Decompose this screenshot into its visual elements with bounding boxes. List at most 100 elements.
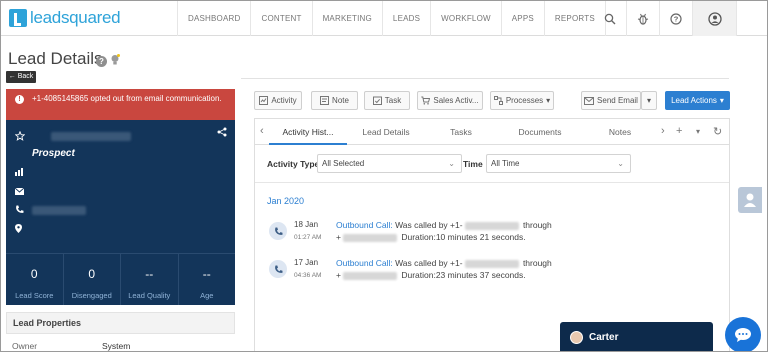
note-button[interactable]: Note xyxy=(311,91,358,110)
redacted-number xyxy=(342,233,397,242)
page-help-icon[interactable]: ? xyxy=(96,56,107,67)
person-icon xyxy=(744,193,756,207)
property-key: Owner xyxy=(12,341,38,351)
task-icon xyxy=(372,96,382,105)
logo-mark-icon xyxy=(9,9,27,27)
activity-text: Was called by +1- xyxy=(395,258,463,268)
tab-activity-history[interactable]: Activity Hist... xyxy=(269,119,347,145)
task-button[interactable]: Task xyxy=(364,91,410,110)
add-tab-icon[interactable]: + xyxy=(676,125,682,137)
stat-label: Disengaged xyxy=(71,291,112,300)
lead-name-redacted xyxy=(51,132,131,141)
property-value: System xyxy=(102,341,131,351)
svg-text:?: ? xyxy=(674,14,679,23)
stat-value: -- xyxy=(202,267,211,281)
phone-call-icon xyxy=(269,260,287,278)
contact-widget-tab[interactable] xyxy=(738,187,762,213)
stat-label: Age xyxy=(200,291,214,300)
send-email-button-label: Send Email xyxy=(597,96,638,105)
cart-icon xyxy=(421,96,431,105)
lead-card: Prospect 0 Lead Score 0 Disengaged -- Le… xyxy=(6,120,235,305)
property-row-owner: Owner System xyxy=(6,337,235,351)
sales-activity-button-label: Sales Activ... xyxy=(433,96,479,105)
stat-value: -- xyxy=(145,267,154,281)
nav-leads[interactable]: LEADS xyxy=(383,1,432,36)
stat-label: Lead Score xyxy=(15,291,54,300)
activity-type-select[interactable]: All Selected ⌄ xyxy=(317,154,462,173)
lead-phone-redacted xyxy=(32,206,86,215)
alert-icon: ! xyxy=(15,95,24,104)
sales-activity-button[interactable]: Sales Activ... xyxy=(417,91,483,110)
nav-marketing[interactable]: MARKETING xyxy=(313,1,383,36)
activity-duration-line: + Duration:10 minutes 21 seconds. xyxy=(336,232,526,242)
opt-out-alert: ! +1-4085145865 opted out from email com… xyxy=(6,89,235,120)
send-email-button[interactable]: Send Email xyxy=(581,91,641,110)
chevron-down-icon: ⌄ xyxy=(617,159,624,168)
phone-call-icon xyxy=(269,222,287,240)
opt-out-text: +1-4085145865 opted out from email commu… xyxy=(32,94,222,103)
share-icon[interactable] xyxy=(217,127,227,139)
phone-icon xyxy=(15,205,24,216)
refresh-icon[interactable]: ↻ xyxy=(713,125,722,138)
back-arrow-icon: ← xyxy=(8,73,16,80)
tab-notes[interactable]: Notes xyxy=(590,119,650,145)
redacted-number xyxy=(342,271,397,280)
activity-button[interactable]: Activity xyxy=(254,91,302,110)
agent-avatar xyxy=(570,331,583,344)
activity-type-link[interactable]: Outbound Call: xyxy=(336,258,393,268)
activity-button-label: Activity xyxy=(271,96,297,105)
processes-button[interactable]: Processes ▾ xyxy=(490,91,554,110)
bug-icon[interactable] xyxy=(627,1,660,36)
email-icon xyxy=(14,187,25,197)
chat-launcher-icon[interactable] xyxy=(725,317,761,351)
time-select[interactable]: All Time ⌄ xyxy=(486,154,631,173)
tab-scroll-right-icon[interactable]: › xyxy=(661,125,665,137)
brand-logo[interactable]: leadsquared xyxy=(9,8,121,28)
redacted-number xyxy=(464,221,519,230)
note-button-label: Note xyxy=(332,96,349,105)
activity-description: Outbound Call: Was called by +1- through xyxy=(336,258,552,268)
activity-duration: Duration:23 minutes 37 seconds. xyxy=(401,270,526,280)
activity-time: 01:27 AM xyxy=(294,234,322,241)
activity-duration: Duration:10 minutes 21 seconds. xyxy=(401,232,526,242)
lead-actions-button[interactable]: Lead Actions ▾ xyxy=(665,91,730,110)
nav-icon-group: ? xyxy=(594,1,737,36)
nav-apps[interactable]: APPS xyxy=(502,1,545,36)
nav-dashboard[interactable]: DASHBOARD xyxy=(177,1,252,36)
chevron-down-icon: ▾ xyxy=(646,96,651,105)
tab-lead-details[interactable]: Lead Details xyxy=(351,119,421,145)
main-nav: DASHBOARD CONTENT MARKETING LEADS WORKFL… xyxy=(177,1,606,36)
search-icon[interactable] xyxy=(594,1,627,36)
stat-age: -- Age xyxy=(179,254,236,305)
chevron-down-icon: ▾ xyxy=(546,96,551,105)
note-icon xyxy=(320,96,330,105)
activity-time: 04:36 AM xyxy=(294,272,322,279)
send-email-dropdown[interactable]: ▾ xyxy=(641,91,657,110)
tab-tasks[interactable]: Tasks xyxy=(431,119,491,145)
user-avatar-icon[interactable] xyxy=(693,1,737,36)
activity-type-link[interactable]: Outbound Call: xyxy=(336,220,393,230)
lightbulb-icon[interactable] xyxy=(110,54,120,68)
help-circle-icon[interactable]: ? xyxy=(660,1,693,36)
activity-type-value: All Selected xyxy=(322,159,365,168)
envelope-icon xyxy=(584,96,595,105)
star-icon[interactable] xyxy=(14,130,26,143)
nav-workflow[interactable]: WORKFLOW xyxy=(431,1,502,36)
stat-disengaged: 0 Disengaged xyxy=(64,254,121,305)
back-button[interactable]: ← Back xyxy=(6,71,36,83)
nav-content[interactable]: CONTENT xyxy=(251,1,313,36)
app-frame: leadsquared DASHBOARD CONTENT MARKETING … xyxy=(0,0,768,352)
tab-scroll-left-icon[interactable]: ‹ xyxy=(260,125,264,137)
back-button-label: Back xyxy=(17,73,34,80)
chat-agent-bar[interactable]: Carter xyxy=(560,322,713,351)
tab-menu-chevron-icon[interactable]: ▾ xyxy=(696,127,700,136)
tab-documents[interactable]: Documents xyxy=(505,119,575,145)
activity-type-label: Activity Type xyxy=(267,159,320,169)
chat-agent-name: Carter xyxy=(589,332,619,343)
lead-properties-header[interactable]: Lead Properties xyxy=(6,312,235,334)
header-divider xyxy=(241,78,729,79)
month-heading: Jan 2020 xyxy=(267,196,305,206)
stat-lead-score: 0 Lead Score xyxy=(6,254,64,305)
task-button-label: Task xyxy=(384,96,402,105)
lead-stage: Prospect xyxy=(32,148,75,159)
